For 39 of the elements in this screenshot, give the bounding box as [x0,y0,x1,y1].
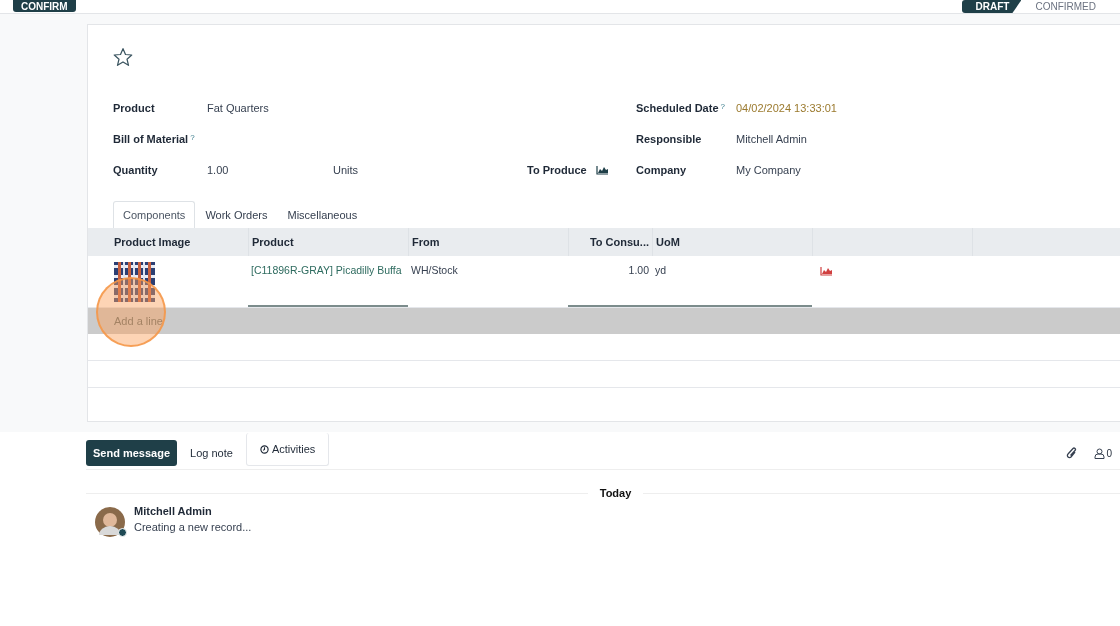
message-body: Creating a new record... [134,521,252,533]
online-status-icon [118,528,127,537]
chatter-button[interactable]: Send message [86,440,178,466]
followers-button[interactable]: 0 [1094,447,1112,459]
field-label: Company [636,163,687,176]
field-label: Responsible [636,132,702,145]
field-value[interactable]: Mitchell Admin [736,132,807,145]
help-mark[interactable]: ? [720,101,725,114]
field-label: Bill of Material [113,132,189,145]
field-value[interactable]: Fat Quarters [207,101,333,114]
unit-value[interactable]: Units [333,163,359,176]
field-label: Scheduled Date [636,101,719,114]
chart-icon[interactable] [595,164,609,175]
column-header[interactable]: To Consu... [568,228,652,256]
help-mark[interactable]: ? [190,132,195,145]
field-value[interactable]: 04/02/2024 13:33:01 [736,101,837,114]
field-value[interactable]: 1.00 [207,163,333,176]
paperclip-icon[interactable] [1066,446,1079,460]
avatar [95,507,125,537]
table-cell-text: WH/Stock [410,263,459,278]
person-icon [1094,447,1106,459]
column-header[interactable]: From [408,228,568,256]
forecast-chart-icon[interactable] [820,266,833,276]
field-label: Quantity [113,163,158,176]
date-separator: Today [598,487,633,499]
status-stage[interactable]: CONFIRMED [1021,0,1108,13]
field-label: To Produce [527,163,587,176]
star-icon[interactable] [113,47,133,67]
column-header[interactable]: Product Image [88,228,248,256]
confirm-button[interactable]: CONFIRM [13,0,76,12]
clock-icon [259,444,269,454]
field-label: Product [113,101,155,114]
field-value[interactable]: My Company [736,163,801,176]
tab[interactable]: Components [113,201,196,228]
chatter-button[interactable]: Activities [245,433,330,466]
message-author: Mitchell Admin [134,505,213,517]
status-stage[interactable]: DRAFT [961,0,1022,13]
column-header[interactable]: UoM [652,228,812,256]
column-header[interactable]: Product [248,228,408,256]
